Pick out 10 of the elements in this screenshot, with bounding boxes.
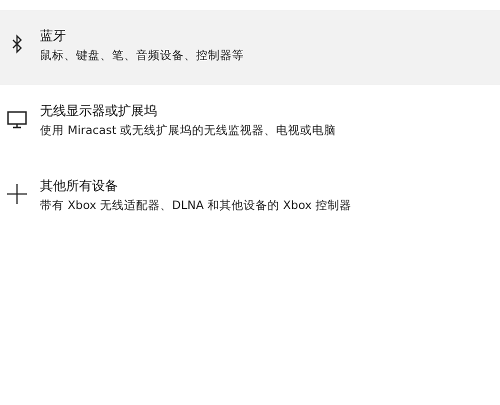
device-option[interactable]: 无线显示器或扩展坞 使用 Miracast 或无线扩展坞的无线监视器、电视或电脑 <box>0 85 500 160</box>
option-title: 蓝牙 <box>40 28 67 45</box>
option-title: 无线显示器或扩展坞 <box>40 103 158 120</box>
device-option[interactable]: 蓝牙 鼠标、键盘、笔、音频设备、控制器等 <box>0 10 500 85</box>
option-description: 鼠标、键盘、笔、音频设备、控制器等 <box>40 48 244 63</box>
option-description: 带有 Xbox 无线适配器、DLNA 和其他设备的 Xbox 控制器 <box>40 198 352 213</box>
plus-icon <box>6 183 28 205</box>
device-option[interactable]: 其他所有设备 带有 Xbox 无线适配器、DLNA 和其他设备的 Xbox 控制器 <box>0 160 500 235</box>
option-title: 其他所有设备 <box>40 178 119 195</box>
option-description: 使用 Miracast 或无线扩展坞的无线监视器、电视或电脑 <box>40 123 336 138</box>
